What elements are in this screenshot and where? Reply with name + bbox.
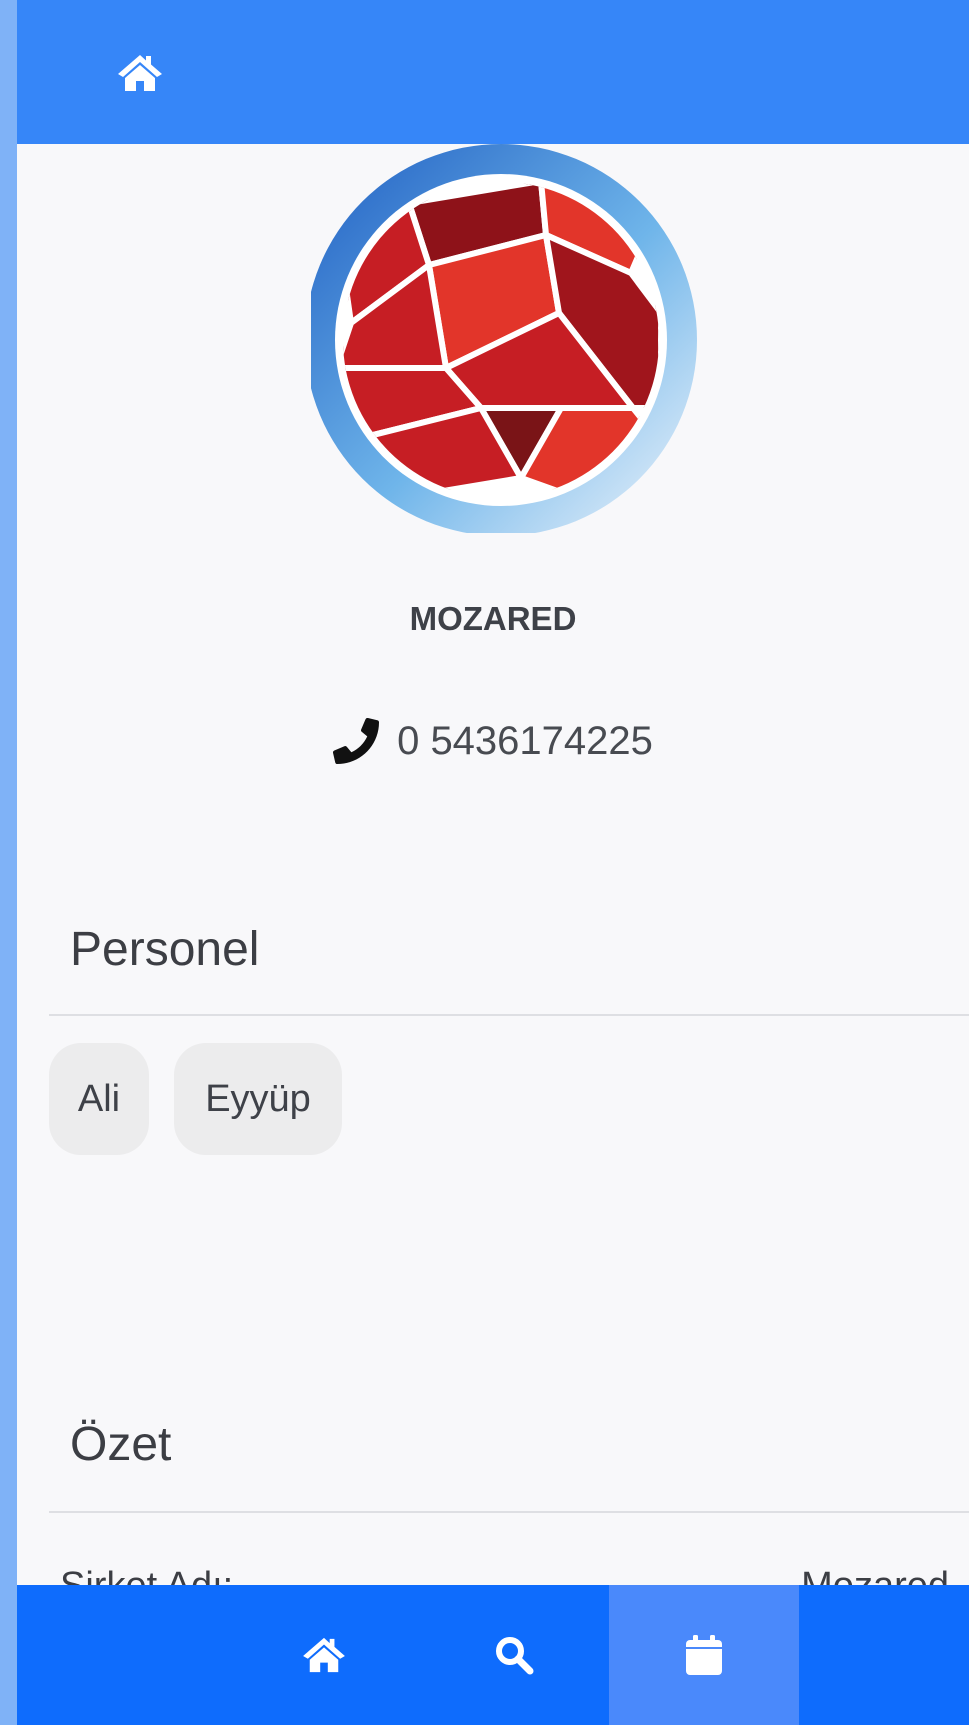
nav-search-button[interactable] xyxy=(419,1585,609,1725)
calendar-icon xyxy=(686,1635,722,1675)
search-icon xyxy=(496,1637,534,1675)
app-screen: MOZARED 0 5436174225 Personel Ali Eyyüp … xyxy=(17,0,969,1725)
phone-link[interactable]: 0 5436174225 xyxy=(17,718,969,764)
phone-icon xyxy=(333,718,380,764)
company-name: MOZARED xyxy=(409,600,577,637)
summary-divider xyxy=(49,1511,969,1513)
company-logo xyxy=(305,143,701,536)
summary-title: Özet xyxy=(70,1418,172,1471)
phone-number: 0 5436174225 xyxy=(397,718,653,763)
top-bar xyxy=(17,0,969,144)
home-icon xyxy=(118,55,162,91)
personnel-chip-eyyup[interactable]: Eyyüp xyxy=(174,1043,342,1155)
personnel-title: Personel xyxy=(70,923,260,976)
home-icon xyxy=(303,1637,345,1673)
nav-home-button[interactable] xyxy=(229,1585,419,1725)
home-button[interactable] xyxy=(117,52,163,94)
bottom-nav xyxy=(17,1585,969,1725)
personnel-divider xyxy=(49,1014,969,1016)
nav-calendar-button[interactable] xyxy=(609,1585,799,1725)
personnel-chip-ali[interactable]: Ali xyxy=(49,1043,149,1155)
